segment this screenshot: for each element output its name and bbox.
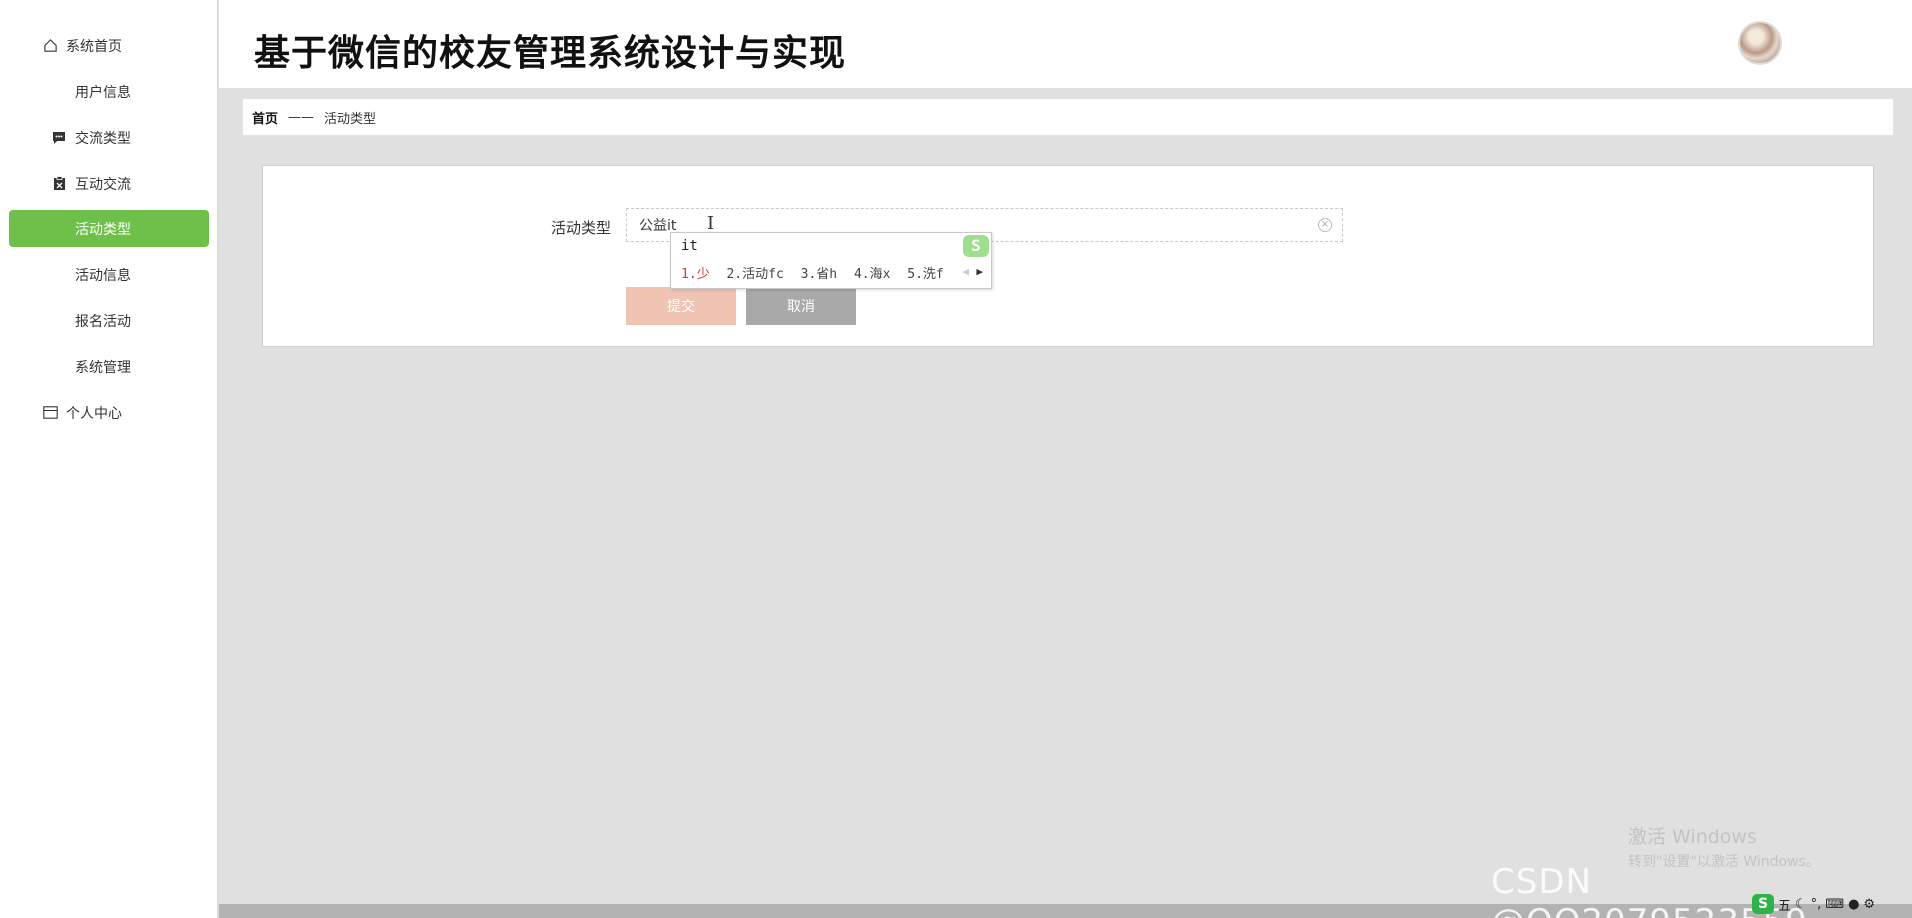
sidebar-item-home[interactable]: 系统首页 <box>9 27 209 64</box>
sidebar-item-label: 活动类型 <box>75 221 131 238</box>
grid-icon <box>51 359 67 375</box>
ime-candidate-list: 1.少 2.活动fc 3.省h 4.海x 5.洗f <box>681 263 953 282</box>
sidebar-item-activity-info[interactable]: 活动信息 <box>9 256 209 293</box>
watermark-line1: 激活 Windows <box>1628 826 1757 848</box>
ime-candidate[interactable]: 2.活动fc <box>726 267 783 282</box>
sidebar-item-label: 活动信息 <box>75 267 131 284</box>
activity-type-label: 活动类型 <box>551 219 612 237</box>
clipboard-icon <box>51 176 67 192</box>
grid-icon <box>51 313 67 329</box>
chat-icon <box>51 130 67 146</box>
home-icon <box>42 38 58 54</box>
avatar[interactable] <box>1738 21 1782 65</box>
cancel-button[interactable]: 取消 <box>746 287 856 325</box>
ime-next-page-icon[interactable]: ▶ <box>976 265 983 278</box>
ime-candidate[interactable]: 3.省h <box>801 267 837 282</box>
user-icon[interactable]: ● <box>1848 897 1859 912</box>
ime-tray: S 五 ☾ °, ⌨ ● ⚙ <box>1752 893 1875 915</box>
sidebar-item-label: 互动交流 <box>75 176 131 193</box>
ime-logo-icon: S <box>963 235 989 257</box>
grid-icon <box>51 221 67 237</box>
breadcrumb-home[interactable]: 首页 <box>252 108 278 127</box>
sidebar-item-signup-activity[interactable]: 报名活动 <box>9 302 209 339</box>
grid-icon <box>51 84 67 100</box>
sidebar: 系统首页 用户信息 交流类型 互动交流 活动类型 活动信息 报名活动 系统管理 <box>0 0 218 918</box>
breadcrumb-separator: —— <box>288 109 315 125</box>
sidebar-item-exchange-type[interactable]: 交流类型 <box>9 119 209 156</box>
sidebar-item-label: 交流类型 <box>75 130 131 147</box>
clear-icon[interactable]: × <box>1318 218 1332 232</box>
ime-candidate[interactable]: 5.洗f <box>907 267 943 282</box>
sidebar-item-label: 报名活动 <box>75 313 131 330</box>
text-cursor-icon: I <box>707 213 715 234</box>
breadcrumb: 首页 —— 活动类型 <box>243 99 1893 135</box>
sidebar-item-activity-type[interactable]: 活动类型 <box>9 210 209 247</box>
grid-icon <box>51 267 67 283</box>
ime-candidate[interactable]: 1.少 <box>681 267 710 282</box>
sidebar-item-personal-center[interactable]: 个人中心 <box>9 394 209 431</box>
sidebar-item-system-management[interactable]: 系统管理 <box>9 348 209 385</box>
breadcrumb-current: 活动类型 <box>324 111 377 127</box>
sidebar-item-label: 个人中心 <box>66 405 122 422</box>
sidebar-item-label: 系统管理 <box>75 359 131 376</box>
input-mode-label[interactable]: 五 <box>1778 895 1791 914</box>
page-title: 基于微信的校友管理系统设计与实现 <box>254 33 847 74</box>
ime-candidate[interactable]: 4.海x <box>854 267 890 282</box>
ime-prev-page-icon[interactable]: ◀ <box>962 265 969 278</box>
sidebar-item-interaction[interactable]: 互动交流 <box>9 165 209 202</box>
ime-composition-text: it <box>681 238 698 254</box>
moon-icon[interactable]: ☾ <box>1795 897 1807 912</box>
card-icon <box>42 405 58 421</box>
ime-candidate-popup: it S 1.少 2.活动fc 3.省h 4.海x 5.洗f ◀ ▶ <box>670 232 992 289</box>
form-card: 活动类型 I × 提交 取消 <box>262 165 1874 347</box>
sidebar-item-label: 系统首页 <box>66 38 122 55</box>
sogou-icon[interactable]: S <box>1752 894 1774 914</box>
sidebar-item-label: 用户信息 <box>75 84 131 101</box>
submit-button[interactable]: 提交 <box>626 287 736 325</box>
settings-icon[interactable]: ⚙ <box>1863 897 1875 912</box>
sidebar-item-user-info[interactable]: 用户信息 <box>9 73 209 110</box>
keyboard-icon[interactable]: ⌨ <box>1825 897 1844 912</box>
top-header: 基于微信的校友管理系统设计与实现 <box>219 0 1912 88</box>
punctuation-icon[interactable]: °, <box>1811 897 1822 912</box>
